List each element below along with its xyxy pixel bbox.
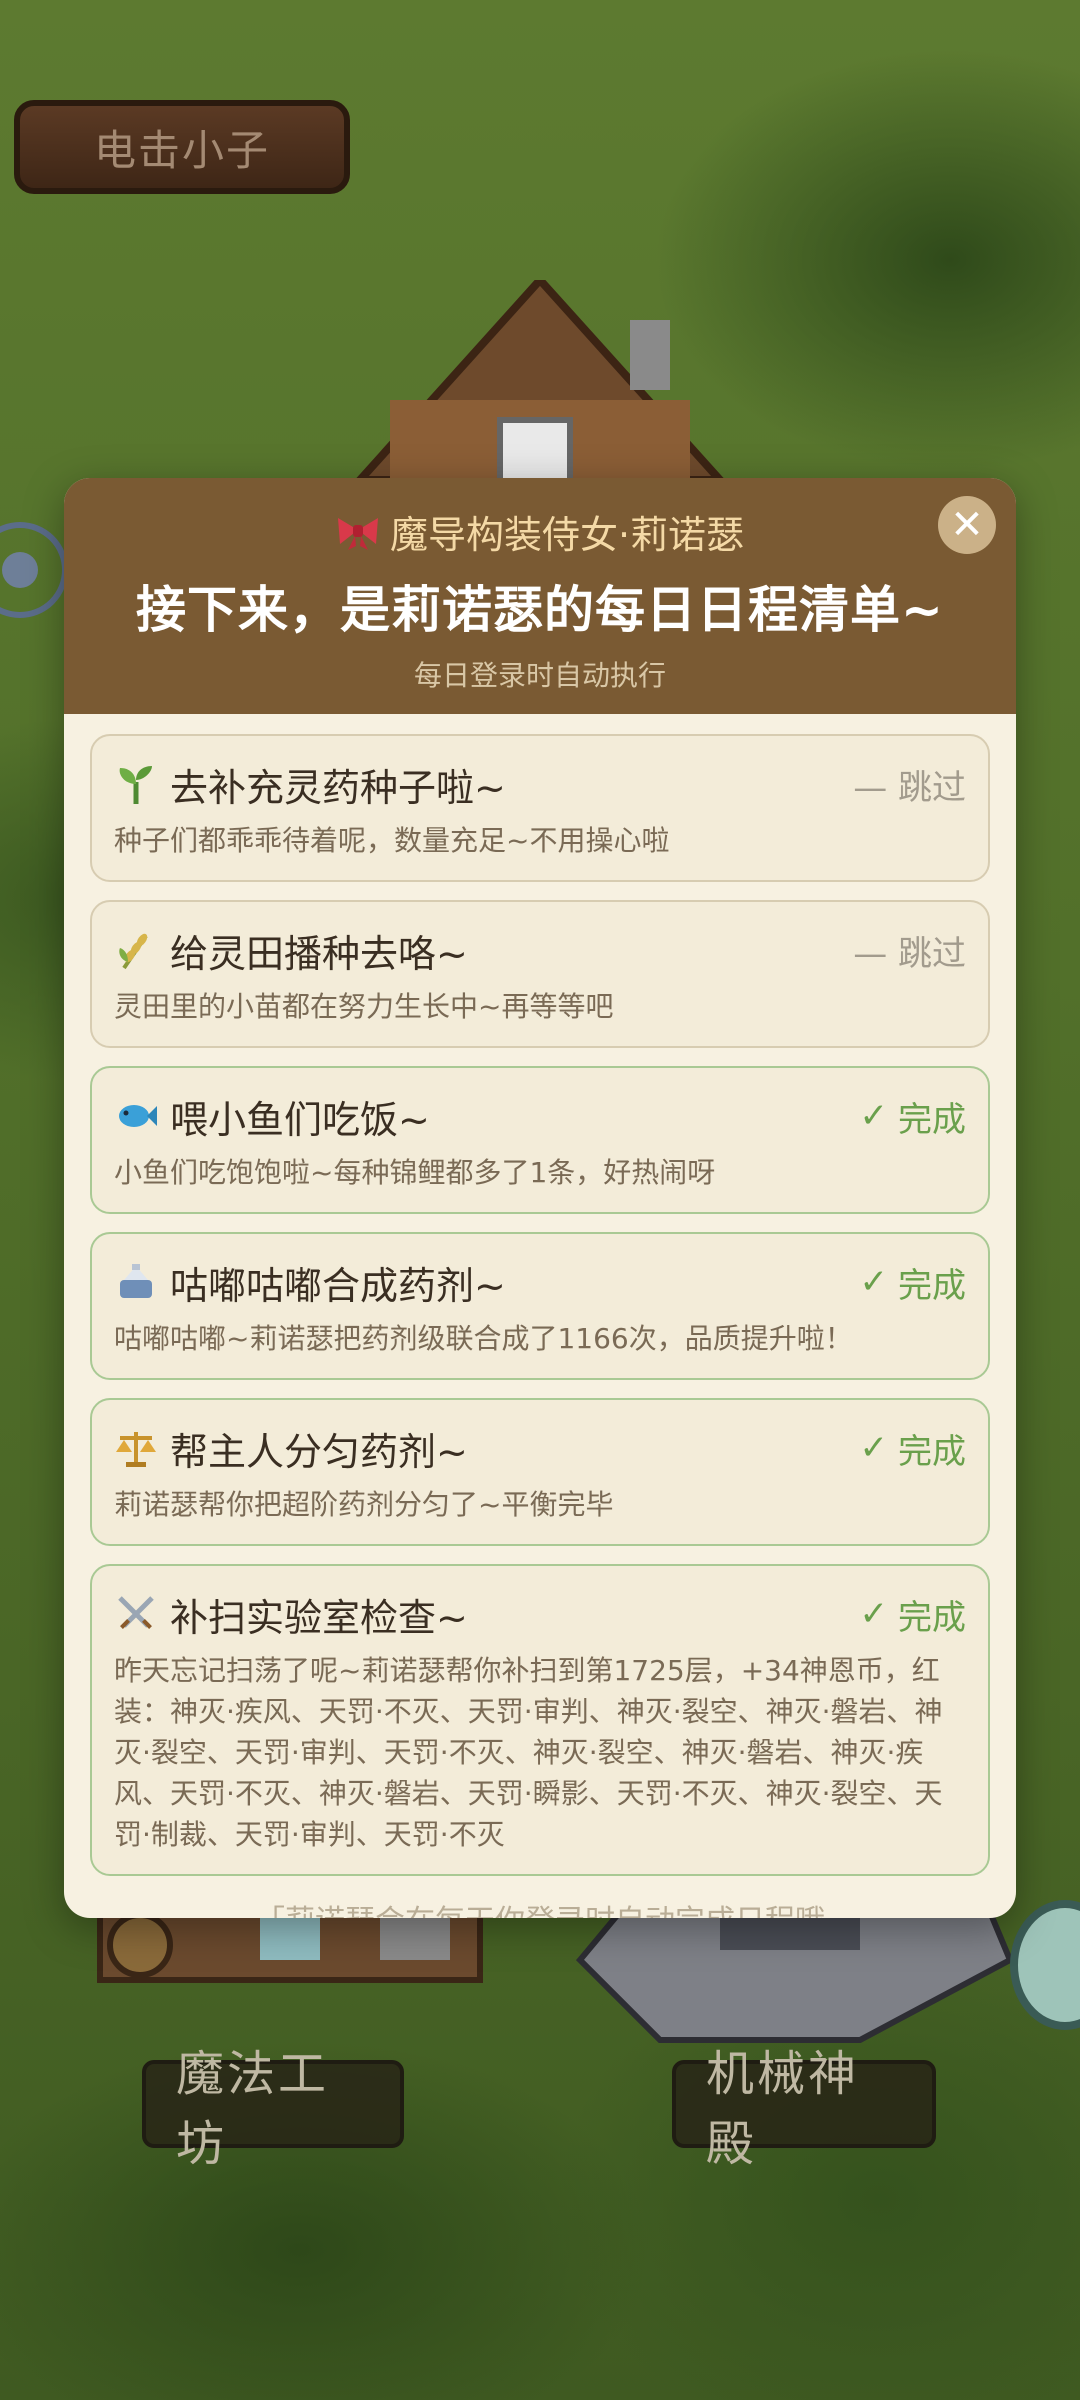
task-status-skip: — 跳过 [853,933,966,974]
task-status-label: 完成 [898,1597,966,1638]
player-name: 电击小子 [93,125,270,175]
task-description: 灵田里的小苗都在努力生长中~再等等吧 [114,990,614,1023]
task-title: 咕嘟咕嘟合成药剂~ [170,1263,506,1308]
task-description: 种子们都乖乖待着呢，数量充足~不用操心啦 [114,824,670,857]
magic-workshop-label[interactable]: 魔法工坊 [142,2046,404,2172]
task-description: 小鱼们吃饱饱啦~每种锦鲤都多了1条，好热闹呀 [114,1156,716,1189]
alembic-icon [120,1264,152,1298]
checkmark-icon: ✓ [859,1096,889,1136]
dialog-title: 接下来，是莉诺瑟的每日日程清单~ [136,581,944,639]
task-status-skip: — 跳过 [853,767,966,808]
checkmark-icon: ✓ [859,1262,889,1302]
task-item: 喂小鱼们吃饭~ ✓ 完成 小鱼们吃饱饱啦~每种锦鲤都多了1条，好热闹呀 [90,1066,990,1214]
task-list: 去补充灵药种子啦~ — 跳过 种子们都乖乖待着呢，数量充足~不用操心啦 给灵田播… [90,734,990,1894]
sprout-icon [119,766,152,804]
dialog-note: 每日登录时自动执行 [413,659,666,692]
daily-schedule-dialog: 魔导构装侍女·莉诺瑟 接下来，是莉诺瑟的每日日程清单~ 每日登录时自动执行 ✕ … [64,478,1016,1918]
task-status-label: 完成 [898,1265,966,1306]
task-description: 昨天忘记扫荡了呢~莉诺瑟帮你补扫到第1725层，+34神恩币，红装：神灭·疾风、… [114,1654,943,1851]
fish-icon [119,1105,157,1127]
task-status-done: ✓ 完成 [860,1092,967,1141]
crossed-swords-icon [118,1596,154,1629]
dialog-header: 魔导构装侍女·莉诺瑟 接下来，是莉诺瑟的每日日程清单~ 每日登录时自动执行 ✕ [64,478,1016,714]
scales-icon [116,1432,156,1467]
checkmark-icon: ✓ [859,1428,889,1468]
task-item: 补扫实验室检查~ ✓ 完成 昨天忘记扫荡了呢~莉诺瑟帮你补扫到第1725层，+3… [90,1564,990,1876]
task-title: 喂小鱼们吃饭~ [170,1097,430,1142]
task-description: 莉诺瑟帮你把超阶药剂分匀了~平衡完毕 [114,1488,614,1521]
ribbon-bow-icon [337,517,378,550]
character-name: 魔导构装侍女·莉诺瑟 [389,513,745,557]
player-name-sign[interactable]: 电击小子 [14,100,350,194]
checkmark-icon: ✓ [859,1594,889,1634]
character-line: 魔导构装侍女·莉诺瑟 [64,504,1016,559]
footer-hint: 「莉诺瑟会在每天你登录时自动完成日程哦 [64,1896,1016,1918]
task-title: 给灵田播种去咯~ [170,931,468,976]
close-icon: ✕ [950,502,984,548]
task-item: 给灵田播种去咯~ — 跳过 灵田里的小苗都在努力生长中~再等等吧 [90,900,990,1048]
task-status-done: ✓ 完成 [860,1424,967,1473]
close-button[interactable]: ✕ [938,496,996,554]
task-title: 帮主人分匀药剂~ [170,1429,468,1474]
task-status-done: ✓ 完成 [860,1590,967,1639]
task-status-label: 完成 [898,1099,966,1140]
mechanical-temple-label[interactable]: 机械神殿 [672,2046,936,2172]
task-status-label: 完成 [898,1431,966,1472]
task-item: 咕嘟咕嘟合成药剂~ ✓ 完成 咕嘟咕嘟~莉诺瑟把药剂级联合成了1166次，品质提… [90,1232,990,1380]
task-item: 帮主人分匀药剂~ ✓ 完成 莉诺瑟帮你把超阶药剂分匀了~平衡完毕 [90,1398,990,1546]
task-title: 补扫实验室检查~ [170,1595,468,1640]
wheat-icon [119,933,148,970]
task-description: 咕嘟咕嘟~莉诺瑟把药剂级联合成了1166次，品质提升啦！ [114,1322,853,1355]
task-status-done: ✓ 完成 [860,1258,967,1307]
task-item: 去补充灵药种子啦~ — 跳过 种子们都乖乖待着呢，数量充足~不用操心啦 [90,734,990,882]
task-title: 去补充灵药种子啦~ [170,765,506,810]
